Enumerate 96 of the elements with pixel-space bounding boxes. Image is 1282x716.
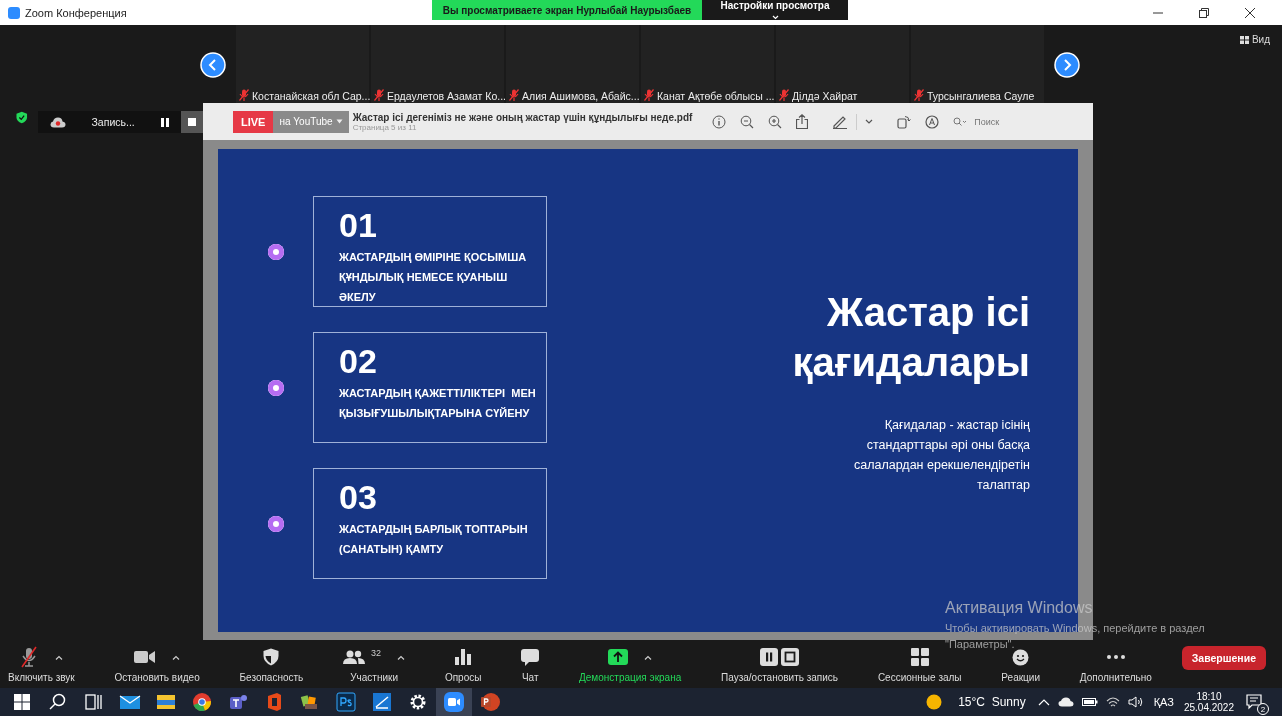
- toolbar-label: Пауза/остановить запись: [721, 672, 839, 683]
- previous-page-button[interactable]: [200, 52, 226, 78]
- clock[interactable]: 18:10 25.04.2022: [1183, 691, 1234, 713]
- toolbar-label: Дополнительно: [1079, 672, 1152, 683]
- notification-count: 2: [1257, 703, 1269, 715]
- caret-icon[interactable]: [397, 654, 406, 660]
- toolbar-label: Опросы: [444, 672, 482, 683]
- weather-text[interactable]: 15°C Sunny: [958, 695, 1026, 709]
- next-page-button[interactable]: [1054, 52, 1080, 78]
- chat-button[interactable]: [521, 648, 540, 666]
- ps-icon: [335, 691, 357, 713]
- slide-subtitle: Қағидалар - жастар ісінің стандарттары әрі оны басқа салалардан ерекшелендіретін талаптар: [853, 417, 1030, 494]
- toolbar-label: Чат: [521, 672, 539, 683]
- caret-icon[interactable]: [55, 654, 64, 660]
- taskview-icon: [83, 691, 105, 713]
- item-number: 01: [339, 205, 378, 245]
- bullet-dot: [268, 515, 284, 532]
- chevron-down-icon: [771, 15, 779, 20]
- scan-icon: [371, 691, 393, 713]
- search-icon[interactable]: [953, 116, 968, 127]
- sun-icon[interactable]: [926, 694, 943, 710]
- item-text: ЖАСТАРДЫҢ ҚАЖЕТТІЛІКТЕРІ МЕН ҚЫЗЫҒУШЫЛЫҚТАРЫНА СҮЙЕНУ: [339, 386, 537, 421]
- grid-icon: [1239, 35, 1249, 44]
- stop-icon[interactable]: [181, 111, 203, 133]
- cloud-icon[interactable]: [1057, 697, 1074, 707]
- participant-name: Костанайская обл Сар...: [252, 90, 371, 102]
- reactions-button[interactable]: [1012, 648, 1030, 666]
- security-button[interactable]: [263, 648, 280, 666]
- close-icon[interactable]: [1244, 6, 1256, 19]
- start-icon[interactable]: [14, 694, 30, 710]
- wifi-icon[interactable]: [1105, 696, 1120, 708]
- zoom-logo-icon: [8, 6, 20, 19]
- participant-name: Канат Ақтөбе облысы ...: [657, 90, 775, 102]
- item-text: ЖАСТАРДЫҢ ӨМІРІНЕ ҚОСЫМША ҚҰНДЫЛЫҚ НЕМЕСЕ ҚУАНЫШ ӘКЕЛУ: [339, 250, 528, 305]
- live-badge[interactable]: LIVE: [233, 110, 274, 133]
- dropdown-arrow-icon: [335, 119, 343, 124]
- zoom-out-icon[interactable]: [740, 114, 755, 129]
- video-button[interactable]: [134, 650, 157, 664]
- item-number: 02: [339, 341, 378, 381]
- share-button[interactable]: [608, 649, 629, 665]
- end-meeting-button[interactable]: Завершение: [1181, 646, 1266, 670]
- markup-icon[interactable]: [925, 114, 940, 129]
- shield-icon[interactable]: [16, 111, 28, 124]
- window-title: Zoom Конференция: [25, 6, 127, 19]
- participant-name: Ердаулетов Азамат Ко...: [387, 90, 507, 102]
- notifications-icon[interactable]: [1246, 694, 1262, 710]
- info-icon[interactable]: [712, 114, 727, 129]
- item-number: 03: [339, 477, 378, 517]
- polls-button[interactable]: [455, 649, 472, 665]
- clock-date: 25.04.2022: [1183, 702, 1234, 713]
- bullet-dot: [268, 243, 284, 260]
- chevron-up-icon[interactable]: [1037, 698, 1050, 706]
- rotate-icon[interactable]: [897, 114, 912, 129]
- participants-button[interactable]: [343, 650, 366, 664]
- participant-name: Ділдә Хайрат: [792, 90, 858, 102]
- restore-icon[interactable]: [1198, 6, 1210, 19]
- toolbar-label: Сессионные залы: [877, 672, 962, 683]
- cloud-recording-icon: [49, 116, 66, 128]
- item-text: ЖАСТАРДЫҢ БАРЛЫҚ ТОПТАРЫН (САНАТЫН) ҚАМТУ: [339, 522, 529, 557]
- screen-share-banner: Вы просматриваете экран Нурлыбай Наурызбаев: [432, 0, 702, 20]
- caret-icon[interactable]: [644, 654, 653, 660]
- dropdown-icon[interactable]: [865, 118, 874, 125]
- bullet-dot: [268, 379, 284, 396]
- document-title: Жастар ісі дегеніміз не және оның жастар үшін құндылығы неде.pdf: [352, 111, 693, 123]
- battery-icon[interactable]: [1081, 697, 1098, 707]
- zoom-icon: [443, 691, 465, 713]
- chrome-icon: [191, 691, 213, 713]
- search-field[interactable]: Поиск: [970, 111, 1151, 132]
- more-button[interactable]: [1106, 655, 1125, 659]
- zoom-in-icon[interactable]: [768, 114, 783, 129]
- toolbar-label: Участники: [350, 672, 398, 683]
- toolbar-label: Демонстрация экрана: [579, 672, 682, 683]
- slide-title: Жастар ісі қағидалары: [791, 289, 1030, 386]
- pen-icon[interactable]: [832, 114, 849, 129]
- recording-status: Запись...: [90, 116, 136, 128]
- toolbar-label: Остановить видео: [114, 672, 200, 683]
- toolbar-label: Включить звук: [8, 672, 75, 683]
- view-settings-button[interactable]: Настройки просмотра: [702, 0, 848, 20]
- clock-time: 18:10: [1196, 691, 1222, 702]
- rooms-button[interactable]: [910, 648, 929, 666]
- participant-name: Турсынгалиева Сауле: [927, 90, 1035, 102]
- participant-name: Алия Ашимова, Абайс...: [522, 90, 640, 102]
- page-indicator: Страница 5 из 11: [352, 122, 417, 132]
- keyboard-language[interactable]: ҚАЗ: [1153, 696, 1174, 708]
- powerpoint-icon: [479, 691, 501, 713]
- caret-icon[interactable]: [172, 654, 181, 660]
- mic-button[interactable]: [19, 646, 40, 668]
- toolbar-label: Безопасность: [239, 672, 304, 683]
- toolbar-label: Реакции: [1001, 672, 1040, 683]
- participant-count: 32: [371, 648, 382, 658]
- volume-icon[interactable]: [1127, 696, 1144, 708]
- zoom-taskbar-button[interactable]: [436, 688, 472, 716]
- view-button[interactable]: Вид: [1233, 33, 1276, 46]
- record-button[interactable]: [759, 648, 800, 666]
- share-icon[interactable]: [796, 114, 809, 129]
- pause-icon[interactable]: [161, 117, 169, 127]
